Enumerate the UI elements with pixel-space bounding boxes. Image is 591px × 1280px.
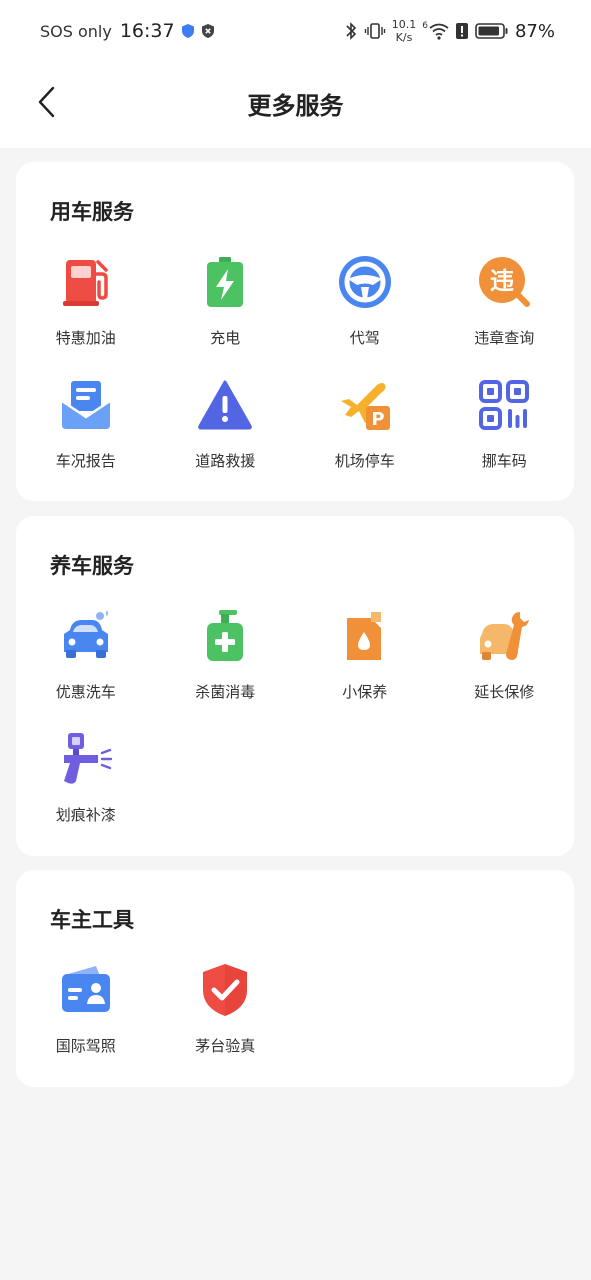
nav-bar: 更多服务	[0, 66, 591, 138]
service-airport-parking[interactable]: P 机场停车	[295, 377, 435, 478]
service-charging[interactable]: 充电	[156, 254, 296, 355]
mail-report-icon	[61, 381, 111, 429]
service-road-rescue[interactable]: 道路救援	[156, 377, 296, 478]
service-minor-maintenance[interactable]: 小保养	[295, 608, 435, 709]
service-label: 车况报告	[55, 452, 116, 470]
car-wrench-icon	[480, 612, 530, 660]
shield-check-icon	[203, 964, 248, 1016]
carrier-text: SOS only	[40, 21, 112, 41]
service-grid: 国际驾照 茅台验真	[16, 962, 574, 1063]
violation-search-icon: 违	[479, 257, 531, 307]
warning-triangle-icon	[198, 380, 253, 430]
service-car-wash[interactable]: 优惠洗车	[16, 608, 156, 709]
service-move-car-code[interactable]: 挪车码	[435, 377, 575, 478]
service-grid: 特惠加油 充电 代驾 违 违章查询 车况报告 道路救援 P 机场停车 挪车码	[16, 254, 574, 478]
service-scratch-repair[interactable]: 划痕补漆	[16, 731, 156, 832]
service-label: 茅台验真	[195, 1037, 256, 1055]
section-card-maintenance-services: 养车服务 优惠洗车 杀菌消毒 小保养 延长保修 划痕补漆	[16, 516, 574, 856]
section-card-owner-tools: 车主工具 国际驾照 茅台验真	[16, 870, 574, 1087]
oil-can-icon	[346, 612, 381, 660]
battery-icon	[475, 23, 508, 39]
signal-label: 6	[422, 21, 428, 31]
service-label: 杀菌消毒	[195, 683, 256, 701]
qr-code-icon	[479, 380, 530, 430]
battery-percent: 87%	[514, 20, 555, 42]
steering-wheel-icon	[338, 256, 391, 308]
service-label: 道路救援	[195, 452, 256, 470]
service-designated-driver[interactable]: 代驾	[295, 254, 435, 355]
service-label: 违章查询	[474, 329, 535, 347]
status-bar: SOS only 16:37 10.1 K/s 6 87%	[0, 0, 591, 66]
service-label: 划痕补漆	[55, 806, 116, 824]
service-violation-query[interactable]: 违 违章查询	[435, 254, 575, 355]
service-grid: 优惠洗车 杀菌消毒 小保养 延长保修 划痕补漆	[16, 608, 574, 832]
section-title: 用车服务	[50, 200, 134, 224]
spray-gun-icon	[63, 733, 112, 784]
violation-glyph: 违	[490, 267, 514, 295]
service-international-license[interactable]: 国际驾照	[16, 962, 156, 1063]
vibrate-icon	[364, 23, 385, 39]
top-bar: SOS only 16:37 10.1 K/s 6 87% 更多服务	[0, 0, 591, 148]
service-extended-warranty[interactable]: 延长保修	[435, 608, 575, 709]
airport-parking-icon: P	[340, 383, 390, 430]
fuel-pump-icon	[62, 260, 108, 306]
service-label: 国际驾照	[55, 1037, 116, 1055]
sanitizer-icon	[207, 610, 244, 661]
security-shield-icon	[181, 24, 194, 38]
page-title: 更多服务	[247, 92, 344, 120]
service-sterilize[interactable]: 杀菌消毒	[156, 608, 296, 709]
service-label: 优惠洗车	[55, 683, 116, 701]
service-label: 充电	[210, 329, 241, 347]
service-vehicle-report[interactable]: 车况报告	[16, 377, 156, 478]
service-label: 挪车码	[481, 452, 527, 470]
section-title: 养车服务	[50, 554, 134, 578]
wifi-icon	[429, 23, 449, 40]
service-label: 小保养	[342, 683, 388, 701]
service-discount-fuel[interactable]: 特惠加油	[16, 254, 156, 355]
id-card-icon	[61, 966, 110, 1012]
bluetooth-icon	[346, 22, 356, 40]
network-speed: 10.1 K/s	[391, 18, 417, 44]
battery-charge-icon	[207, 257, 244, 307]
service-label: 延长保修	[474, 683, 535, 701]
section-card-car-services: 用车服务 特惠加油 充电 代驾 违 违章查询 车况报告 道路救援 P 机场停车 …	[16, 162, 574, 501]
shield-blocked-icon	[201, 24, 214, 38]
alert-icon	[455, 23, 468, 39]
clock: 16:37	[119, 20, 175, 42]
service-moutai-verify[interactable]: 茅台验真	[156, 962, 296, 1063]
service-label: 特惠加油	[55, 329, 116, 347]
car-wash-icon	[63, 610, 108, 658]
service-label: 机场停车	[334, 452, 395, 470]
section-title: 车主工具	[50, 908, 134, 932]
parking-glyph: P	[371, 409, 384, 430]
service-label: 代驾	[349, 329, 380, 347]
